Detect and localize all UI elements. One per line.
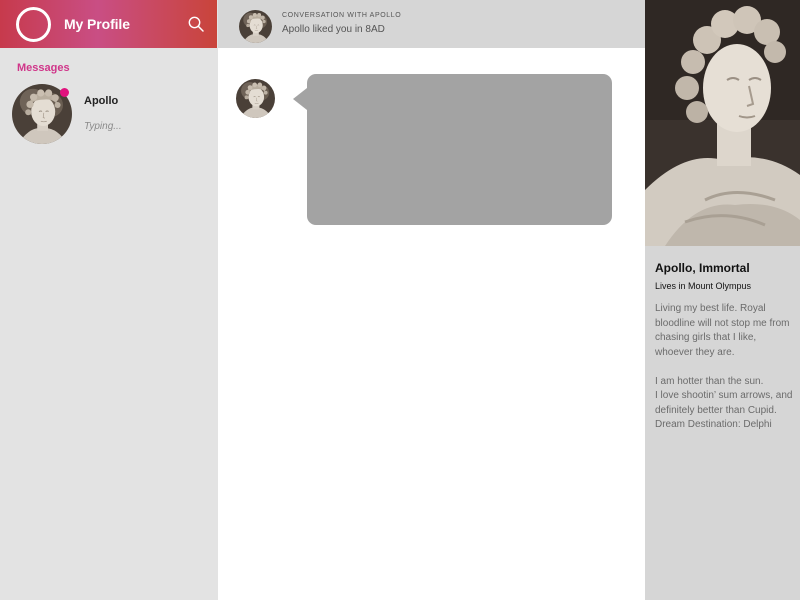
bio-line: I love shootin’ sum arrows, and definite… [655,390,793,416]
sidebar: My Profile Messages Apollo Typing... [0,0,218,600]
profile-ring-icon[interactable] [16,7,51,42]
bio-spacer [655,360,795,375]
bio-paragraph: Living my best life. Royal bloodline wil… [655,303,790,358]
messages-heading: Messages [17,62,70,74]
message-bubble [307,74,612,225]
conversation-panel: CONVERSATION WITH APOLLO Apollo liked yo… [218,0,645,600]
contact-name: Apollo [84,95,119,107]
contact-status: Typing... [84,121,122,132]
profile-bio: Living my best life. Royal bloodline wil… [655,302,795,433]
profile-photo [645,0,800,246]
profile-title[interactable]: My Profile [64,16,130,32]
conversation-header: CONVERSATION WITH APOLLO Apollo liked yo… [218,0,645,48]
avatar[interactable] [239,10,272,43]
bio-line: Dream Destination: Delphi [655,419,772,430]
profile-name: Apollo, Immortal [655,261,750,275]
online-status-indicator [60,88,69,97]
profile-header[interactable]: My Profile [0,0,217,48]
conversation-label: CONVERSATION WITH APOLLO [282,12,402,19]
conversation-subtitle: Apollo liked you in 8AD [282,24,385,35]
bio-line: I am hotter than the sun. [655,375,764,387]
contact-item-apollo[interactable]: Apollo Typing... [12,84,212,144]
profile-details-panel: Apollo, Immortal Lives in Mount Olympus … [645,0,800,600]
profile-location: Lives in Mount Olympus [655,281,752,291]
message-avatar[interactable] [236,79,275,118]
search-icon[interactable] [187,15,205,33]
message-bubble-tail [293,88,307,110]
